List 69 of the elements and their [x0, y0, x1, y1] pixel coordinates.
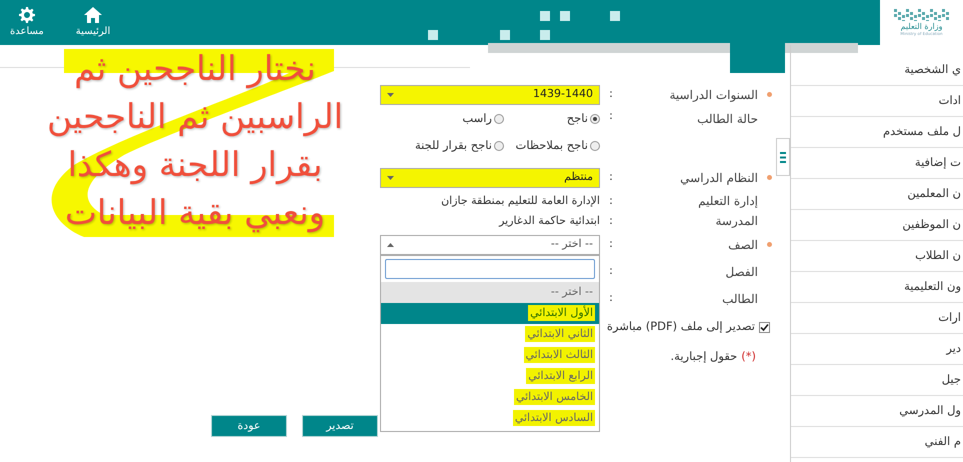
action-button[interactable]: تصدير	[302, 415, 378, 437]
sidebar-item[interactable]: ن الطلاب	[791, 241, 963, 272]
dropdown-option[interactable]: الثاني الابتدائي	[381, 324, 599, 344]
colon-mark: :	[609, 170, 613, 184]
select-field[interactable]: 1439-1440	[380, 84, 600, 104]
colon-mark: :	[609, 87, 613, 100]
sidebar-item[interactable]: ون التعليمية	[791, 272, 963, 303]
sidebar-item[interactable]: ت إضافية	[791, 148, 963, 179]
radio-button[interactable]	[494, 114, 504, 124]
home-icon	[84, 6, 102, 23]
action-button[interactable]: عودة	[211, 415, 287, 437]
colon-mark: :	[609, 194, 613, 207]
sidebar-item[interactable]: ول المدرسي	[791, 396, 963, 427]
colon-mark: :	[609, 291, 613, 304]
sidebar-item[interactable]: دير	[791, 334, 963, 365]
colon-mark: :	[609, 264, 613, 278]
colon-mark: :	[609, 109, 613, 122]
radio-option[interactable]: ناجح	[504, 110, 600, 128]
radio-button[interactable]	[494, 140, 504, 151]
dropdown-search-field[interactable]	[385, 258, 595, 278]
caret-down-icon	[387, 176, 394, 180]
field-label: إدارة التعليم	[698, 193, 758, 210]
nav-button[interactable]: الرئيسية	[76, 6, 110, 38]
sidebar-item[interactable]: جيل	[791, 365, 963, 396]
header-square	[540, 30, 550, 40]
header-square	[500, 30, 510, 40]
settings-icon	[18, 6, 35, 23]
radio-button[interactable]	[590, 114, 600, 124]
sidebar-item[interactable]: ادات	[791, 86, 963, 117]
sidebar-item[interactable]: ن الموظفين	[791, 210, 963, 241]
menu-icon	[780, 152, 786, 162]
radio-option[interactable]: راسب	[380, 110, 504, 128]
colon-mark: :	[609, 214, 613, 227]
field-label: الطالب	[722, 290, 758, 308]
header-square	[428, 30, 438, 40]
field-value: الإدارة العامة للتعليم بمنطقة جازان	[441, 194, 600, 207]
caret-down-icon	[387, 92, 394, 96]
field-label: الفصل	[725, 264, 758, 280]
sidebar-item[interactable]: م الفني	[791, 427, 963, 458]
field-label: النظام الدراسي	[680, 170, 758, 186]
sidebar-item[interactable]: ن المعلمين	[791, 179, 963, 210]
header-square	[610, 11, 620, 21]
header-square	[560, 11, 570, 21]
field-label: المدرسة	[715, 213, 758, 230]
header-square	[540, 11, 550, 21]
field-label: حالة الطالب	[697, 111, 758, 128]
field-value: ابتدائية حاكمة الدغارير	[499, 214, 600, 227]
caret-up-icon	[387, 242, 394, 246]
radio-option[interactable]: ناجح بملاحظات	[504, 137, 600, 154]
checkbox[interactable]	[759, 322, 770, 332]
colon-mark: :	[609, 237, 613, 250]
checkbox-label: تصدير إلى ملف (PDF) مباشرة	[606, 318, 755, 336]
radio-button[interactable]	[590, 140, 600, 151]
logo-dots-icon	[894, 9, 950, 21]
select-field[interactable]: -- اختر --	[380, 234, 600, 254]
sidebar-item[interactable]: ل ملف مستخدم	[791, 117, 963, 148]
sidebar-item[interactable]: ارات	[791, 303, 963, 334]
sidebar-toggle-button[interactable]	[776, 138, 790, 176]
sidebar-item[interactable]: ي الشخصية	[791, 55, 963, 86]
required-note-marker: (*)	[741, 348, 756, 366]
select-field[interactable]: منتظم	[380, 168, 600, 188]
radio-option[interactable]: ناجح بقرار للجنة	[380, 137, 504, 154]
field-label: السنوات الدراسية	[670, 86, 758, 104]
logo-title: وزارة التعليم	[900, 23, 942, 31]
dropdown-option[interactable]: الأول الابتدائي	[381, 302, 599, 324]
nav-button[interactable]: مساعدة	[10, 6, 44, 38]
required-note: حقول إجبارية.	[670, 348, 738, 366]
dropdown-option[interactable]: -- اختر --	[381, 282, 599, 302]
field-label: الصف	[728, 236, 758, 254]
